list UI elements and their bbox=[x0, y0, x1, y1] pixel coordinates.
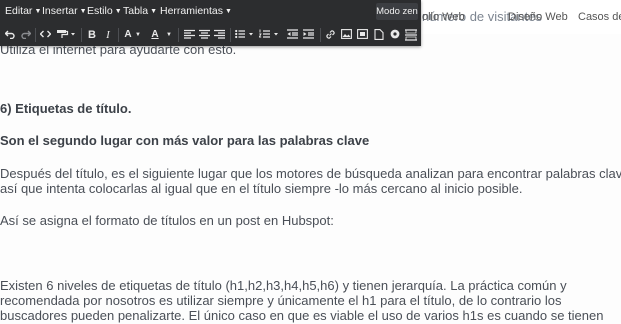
image-icon[interactable] bbox=[340, 27, 353, 43]
menu-estilo[interactable]: Estilo ▼ bbox=[87, 5, 122, 17]
nav-link-diseno-web[interactable]: Diseño Web bbox=[508, 11, 568, 23]
paragraph-3-line-1: Existen 6 niveles de etiquetas de título… bbox=[0, 278, 567, 293]
nav-link-casos[interactable]: Casos de bbox=[578, 11, 621, 23]
align-center-icon[interactable] bbox=[198, 27, 211, 43]
paragraph-1-line-1: Después del título, es el siguiente luga… bbox=[0, 166, 621, 181]
paragraph-1-line-2: así que intenta colocarlas al igual que … bbox=[0, 181, 523, 196]
subheading: Son el segundo lugar con más valor para … bbox=[0, 133, 370, 148]
background-color-icon[interactable]: A bbox=[150, 27, 160, 43]
toolbar-divider bbox=[35, 28, 36, 42]
paragraph-3-line-3: buscadores pueden penalizarte. El único … bbox=[0, 308, 604, 323]
horizontal-rule-icon[interactable] bbox=[404, 27, 418, 43]
caret-down-icon: ▼ bbox=[34, 8, 42, 15]
cta-icon[interactable] bbox=[388, 27, 401, 43]
menu-tabla[interactable]: Tabla ▼ bbox=[123, 5, 157, 17]
indent-icon[interactable] bbox=[302, 27, 315, 43]
menu-editar[interactable]: Editar ▼ bbox=[5, 5, 41, 17]
outdent-icon[interactable] bbox=[286, 27, 299, 43]
redo-icon[interactable] bbox=[19, 27, 33, 43]
paint-format-icon[interactable] bbox=[54, 27, 78, 43]
align-right-icon[interactable] bbox=[213, 27, 226, 43]
undo-icon[interactable] bbox=[3, 27, 17, 43]
nav-link-desarrollo-web[interactable]: ollo Web bbox=[422, 11, 465, 23]
menu-insertar[interactable]: Insertar ▼ bbox=[42, 5, 87, 17]
link-icon[interactable] bbox=[324, 27, 337, 43]
caret-down-icon: ▼ bbox=[79, 8, 87, 15]
heading-etiquetas: 6) Etiquetas de título. bbox=[0, 101, 132, 116]
menu-herramientas[interactable]: Herramientas ▼ bbox=[160, 5, 232, 17]
code-icon[interactable] bbox=[38, 27, 52, 43]
toolbar-divider bbox=[178, 28, 179, 42]
menubar: Editar ▼ Insertar ▼ Estilo ▼ Tabla ▼ Herrami… bbox=[0, 0, 421, 24]
numbered-list-icon[interactable] bbox=[258, 27, 282, 43]
video-icon[interactable] bbox=[356, 27, 369, 43]
align-left-icon[interactable] bbox=[183, 27, 196, 43]
paragraph-2: Así se asigna el formato de títulos en u… bbox=[0, 213, 334, 228]
caret-down-icon: ▼ bbox=[225, 8, 232, 15]
caret-down-icon: ▼ bbox=[150, 8, 158, 15]
formatting-toolbar: B I A ▼ A ▼ bbox=[0, 25, 421, 46]
bold-icon[interactable]: B bbox=[86, 27, 98, 43]
zen-mode-button[interactable]: Modo zen bbox=[376, 3, 418, 20]
caret-down-icon: ▼ bbox=[114, 8, 122, 15]
paragraph-3-line-2: recomendada por nosotros es utilizar sie… bbox=[0, 293, 562, 308]
caret-down-icon[interactable]: ▼ bbox=[134, 27, 142, 43]
bulleted-list-icon[interactable] bbox=[234, 27, 256, 43]
file-icon[interactable] bbox=[372, 27, 385, 43]
caret-down-icon[interactable]: ▼ bbox=[165, 27, 173, 43]
font-color-icon[interactable]: A bbox=[123, 27, 133, 43]
toolbar-divider bbox=[81, 28, 82, 42]
editor-toolbar: Editar ▼ Insertar ▼ Estilo ▼ Tabla ▼ Herrami… bbox=[0, 0, 421, 46]
toolbar-divider bbox=[230, 28, 231, 42]
italic-icon[interactable]: I bbox=[102, 27, 114, 43]
toolbar-divider bbox=[320, 28, 321, 42]
toolbar-divider bbox=[118, 28, 119, 42]
